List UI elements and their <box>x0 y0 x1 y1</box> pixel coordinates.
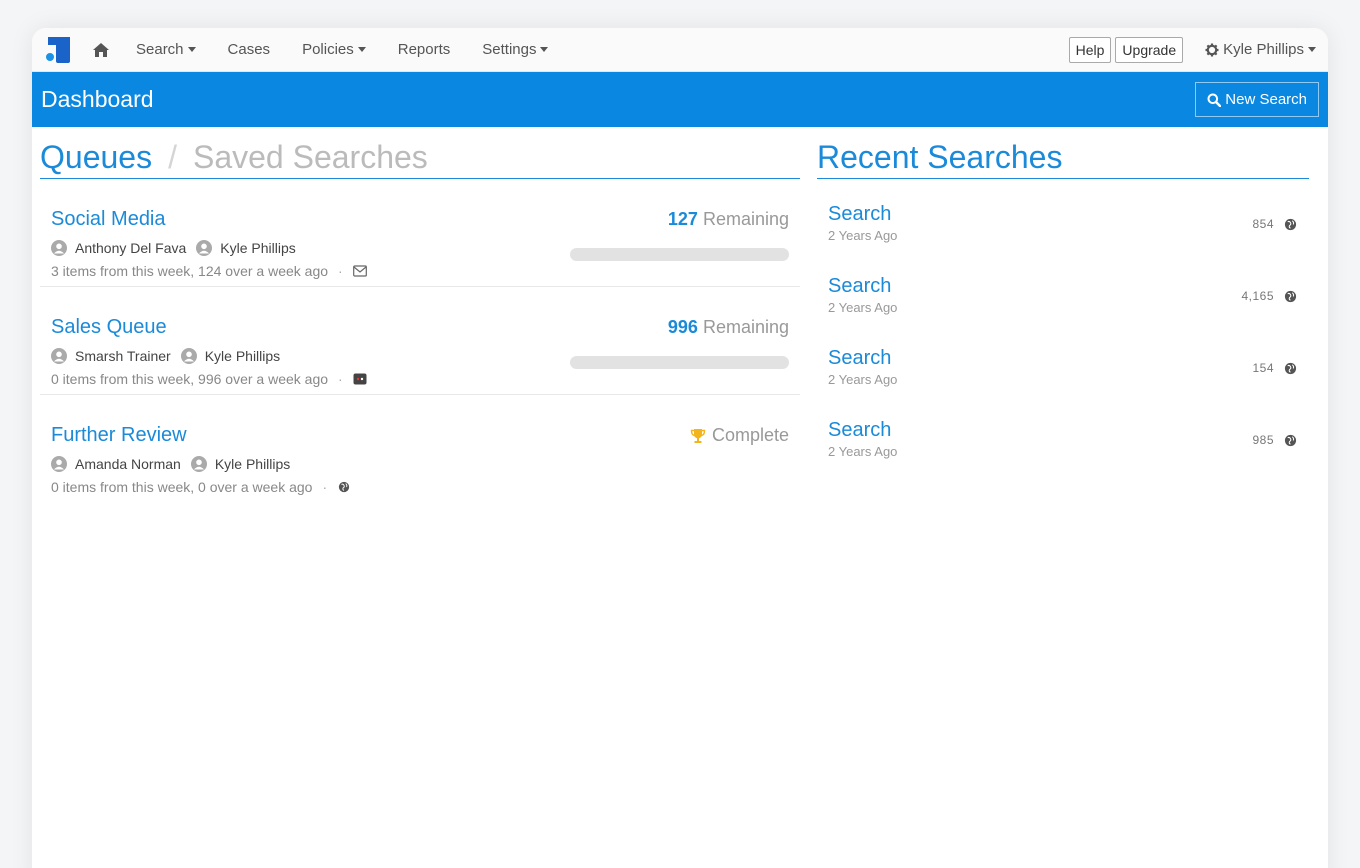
queue-item: Social Media 127 Remaining Anthony Del F… <box>40 179 800 287</box>
queue-remaining: 996 Remaining <box>667 317 789 337</box>
queue-item: Further Review Complete Amanda Norman Ky… <box>40 395 800 503</box>
avatar-icon <box>180 348 197 364</box>
member: Anthony Del Fava <box>51 240 186 256</box>
member: Kyle Phillips <box>180 348 280 364</box>
new-search-button[interactable]: New Search <box>1195 82 1319 117</box>
avatar-icon <box>51 240 67 256</box>
member: Kyle Phillips <box>190 456 290 472</box>
envelope-icon <box>352 265 367 277</box>
queue-meta: 3 items from this week, 124 over a week … <box>51 263 789 279</box>
chevron-down-icon <box>540 47 549 52</box>
recent-search-link[interactable]: Search <box>828 419 891 442</box>
tab-separator: / <box>168 139 177 175</box>
recent-searches-panel: Recent Searches Search 2 Years Ago 854 S… <box>817 138 1309 491</box>
queue-name[interactable]: Further Review <box>51 424 187 447</box>
recent-search-item: Search 2 Years Ago 854 <box>817 203 1309 275</box>
globe-icon <box>1284 218 1297 230</box>
member: Amanda Norman <box>51 456 181 472</box>
recent-search-link[interactable]: Search <box>828 203 891 226</box>
user-name: Kyle Phillips <box>1223 41 1304 58</box>
member: Smarsh Trainer <box>51 348 171 364</box>
recent-search-count: 4,165 <box>1241 289 1297 303</box>
recent-searches-title: Recent Searches <box>817 138 1309 179</box>
chevron-down-icon <box>187 47 196 52</box>
queue-name[interactable]: Social Media <box>51 208 166 231</box>
globe-icon <box>1284 290 1297 302</box>
recent-search-item: Search 2 Years Ago 154 <box>817 347 1309 419</box>
queue-complete-status: Complete <box>690 425 789 446</box>
globe-icon <box>1284 362 1297 374</box>
recent-search-item: Search 2 Years Ago 985 <box>817 419 1309 491</box>
app-window: Search Cases Policies Reports Settings H… <box>32 28 1328 868</box>
queue-name[interactable]: Sales Queue <box>51 316 167 339</box>
recent-search-link[interactable]: Search <box>828 275 891 298</box>
home-icon[interactable] <box>92 42 110 58</box>
queue-item: Sales Queue 996 Remaining Smarsh Trainer… <box>40 287 800 395</box>
queue-progress-bar <box>570 248 789 261</box>
recent-search-time: 2 Years Ago <box>828 228 898 243</box>
queues-tabs: Queues / Saved Searches <box>40 138 800 179</box>
recent-searches-list: Search 2 Years Ago 854 Search 2 Years Ag… <box>817 203 1309 491</box>
chevron-down-icon <box>357 47 366 52</box>
queue-progress-bar <box>570 356 789 369</box>
page-title: Dashboard <box>41 86 154 112</box>
member: Kyle Phillips <box>196 240 296 256</box>
queue-remaining: 127 Remaining <box>667 209 789 229</box>
top-nav: Search Cases Policies Reports Settings H… <box>32 28 1328 72</box>
recent-search-time: 2 Years Ago <box>828 444 898 459</box>
upgrade-button[interactable]: Upgrade <box>1115 36 1184 63</box>
nav-policies[interactable]: Policies <box>302 41 366 58</box>
nav-reports[interactable]: Reports <box>398 41 451 58</box>
nav-search[interactable]: Search <box>136 41 196 58</box>
gear-icon <box>1205 43 1219 56</box>
recent-search-time: 2 Years Ago <box>828 372 898 387</box>
avatar-icon <box>190 456 207 472</box>
avatar-icon <box>51 456 67 472</box>
chevron-down-icon <box>1308 47 1316 52</box>
recent-search-count: 854 <box>1252 217 1297 231</box>
recent-search-item: Search 2 Years Ago 4,165 <box>817 275 1309 347</box>
avatar-icon <box>196 240 213 256</box>
recent-search-time: 2 Years Ago <box>828 300 898 315</box>
tab-queues[interactable]: Queues <box>40 139 152 176</box>
help-button[interactable]: Help <box>1068 36 1112 63</box>
avatar-icon <box>51 348 67 364</box>
nav-settings[interactable]: Settings <box>482 41 549 58</box>
queue-meta: 0 items from this week, 996 over a week … <box>51 371 789 387</box>
queue-meta: 0 items from this week, 0 over a week ag… <box>51 479 789 495</box>
tab-saved-searches[interactable]: Saved Searches <box>193 139 428 176</box>
chat-icon <box>353 373 367 385</box>
recent-search-link[interactable]: Search <box>828 347 891 370</box>
trophy-icon <box>690 428 706 443</box>
globe-icon <box>1284 434 1297 446</box>
app-logo[interactable] <box>44 36 70 63</box>
recent-search-count: 154 <box>1252 361 1297 375</box>
nav-cases[interactable]: Cases <box>228 41 271 58</box>
search-icon <box>1207 93 1222 107</box>
queues-panel: Queues / Saved Searches Social Media 127… <box>40 138 800 503</box>
user-menu[interactable]: Kyle Phillips <box>1205 41 1316 58</box>
queue-members: Amanda Norman Kyle Phillips <box>51 456 789 472</box>
page-header: Dashboard New Search <box>32 72 1328 127</box>
globe-icon <box>338 481 350 493</box>
recent-search-count: 985 <box>1252 433 1297 447</box>
